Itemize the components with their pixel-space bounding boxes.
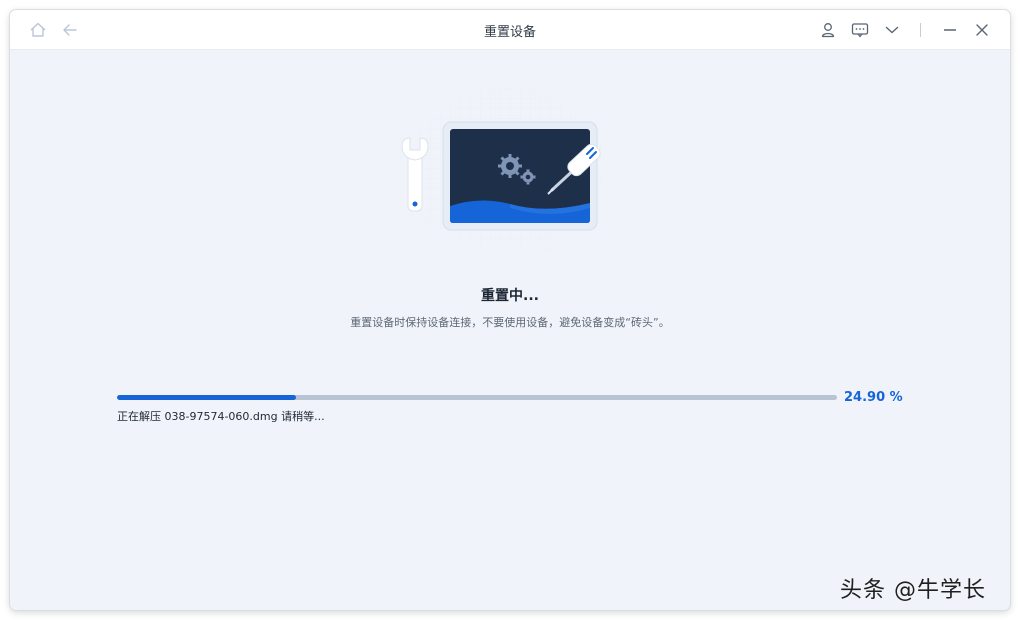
- title-bar: 重置设备: [10, 10, 1010, 50]
- app-window: 重置设备 重置中... 重置设备时保持设备连接，不要使用设备，避免设备变成“砖头…: [10, 10, 1010, 610]
- progress-percent: 24.90 %: [844, 390, 903, 405]
- watermark-text: 头条 @牛学长: [840, 578, 986, 603]
- user-icon[interactable]: [818, 20, 838, 40]
- progress-fill: [117, 395, 297, 400]
- status-title: 重置中...: [481, 288, 539, 304]
- progress-message: 正在解压 038-97574-060.dmg 请稍等...: [117, 410, 325, 423]
- chevron-down-icon[interactable]: [882, 20, 902, 40]
- minimize-icon[interactable]: [940, 20, 960, 40]
- progress-bar: [117, 395, 837, 400]
- feedback-icon[interactable]: [850, 20, 870, 40]
- reset-illustration: [380, 68, 630, 268]
- device-screen-icon: [442, 121, 598, 231]
- titlebar-divider: [920, 23, 921, 37]
- status-subtitle: 重置设备时保持设备连接，不要使用设备，避免设备变成“砖头”。: [350, 316, 670, 329]
- close-icon[interactable]: [972, 20, 992, 40]
